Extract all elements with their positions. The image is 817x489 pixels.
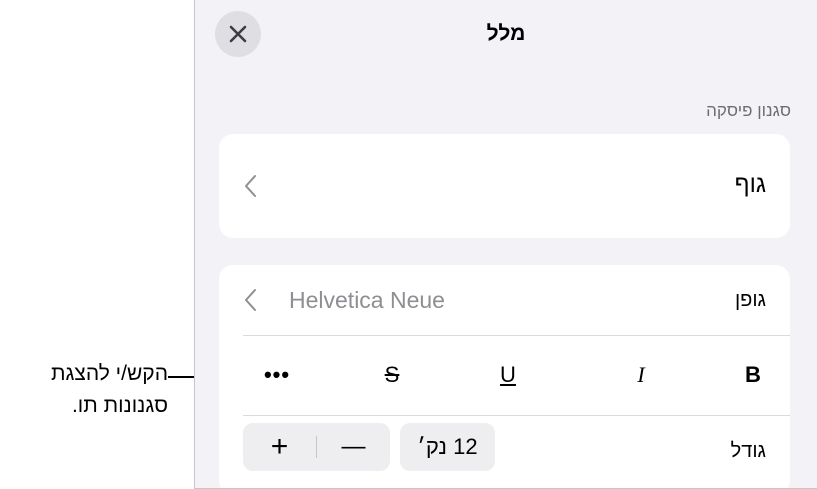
- font-row[interactable]: Helvetica Neue גופן: [219, 265, 790, 335]
- font-size-value[interactable]: 12 נק׳: [400, 423, 495, 471]
- panel-title: מלל: [486, 22, 526, 45]
- paragraph-style-value: גוף: [734, 171, 766, 198]
- increase-size-button[interactable]: +: [243, 423, 316, 471]
- chevron-left-icon: [245, 289, 256, 311]
- callout-line-2: סגנונות תו.: [71, 394, 168, 417]
- callout-text: הקש/י להצגת סגנונות תו.: [0, 358, 168, 422]
- callout-line-1: הקש/י להצגת: [51, 362, 168, 385]
- chevron-left-icon: [245, 175, 256, 197]
- paragraph-style-row[interactable]: גוף: [219, 134, 790, 238]
- more-character-styles-button[interactable]: •••: [257, 361, 297, 389]
- font-label: גופן: [734, 289, 766, 311]
- size-stepper: + —: [243, 423, 390, 471]
- underline-button[interactable]: U: [488, 361, 528, 389]
- strikethrough-button[interactable]: S: [372, 361, 412, 389]
- decrease-size-button[interactable]: —: [317, 423, 390, 471]
- bold-button[interactable]: B: [733, 361, 773, 389]
- size-label: גודל: [730, 440, 766, 462]
- italic-button[interactable]: I: [621, 361, 661, 389]
- text-format-panel: מלל סגנון פיסקה גוף Helvetica Neue גופן …: [194, 0, 817, 489]
- paragraph-style-label: סגנון פיסקה: [706, 101, 791, 120]
- character-style-row: ••• S U I B: [219, 335, 790, 415]
- font-name-value: Helvetica Neue: [289, 287, 445, 313]
- font-settings-card: Helvetica Neue גופן ••• S U I B + — 12 נ…: [219, 265, 790, 488]
- size-row: + — 12 נק׳ גודל: [219, 415, 790, 488]
